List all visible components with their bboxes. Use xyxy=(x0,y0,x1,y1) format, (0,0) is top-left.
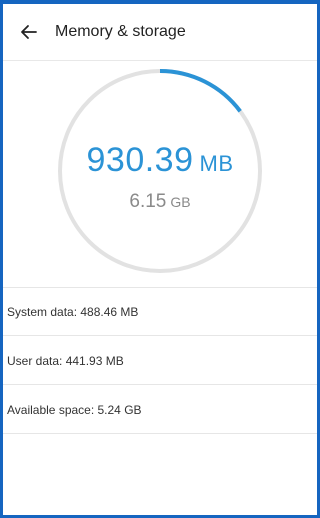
page-title: Memory & storage xyxy=(55,23,186,40)
total-storage: 6.15 GB xyxy=(3,191,317,213)
storage-gauge: 930.39 MB 6.15 GB xyxy=(3,61,317,288)
back-button[interactable] xyxy=(9,12,49,52)
user-data-row: User data: 441.93 MB xyxy=(3,337,317,385)
arrow-left-icon xyxy=(21,25,37,39)
available-space-label: Available space: 5.24 GB xyxy=(7,402,142,417)
app-bar: Memory & storage xyxy=(3,4,317,61)
available-space-row: Available space: 5.24 GB xyxy=(3,386,317,434)
user-data-label: User data: 441.93 MB xyxy=(7,353,124,368)
total-value: 6.15 xyxy=(129,191,167,212)
used-unit: MB xyxy=(199,151,234,176)
total-unit: GB xyxy=(170,194,191,210)
system-data-label: System data: 488.46 MB xyxy=(7,304,139,319)
used-value: 930.39 xyxy=(86,141,194,179)
used-storage: 930.39 MB xyxy=(3,141,317,180)
system-data-row: System data: 488.46 MB xyxy=(3,288,317,336)
